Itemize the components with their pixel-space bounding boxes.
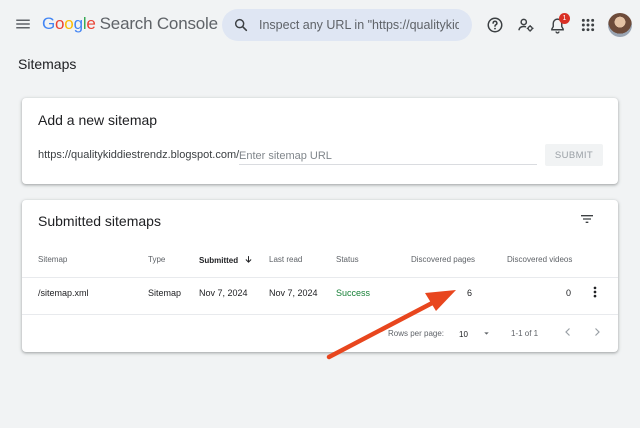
annotation-arrow [326, 290, 456, 360]
